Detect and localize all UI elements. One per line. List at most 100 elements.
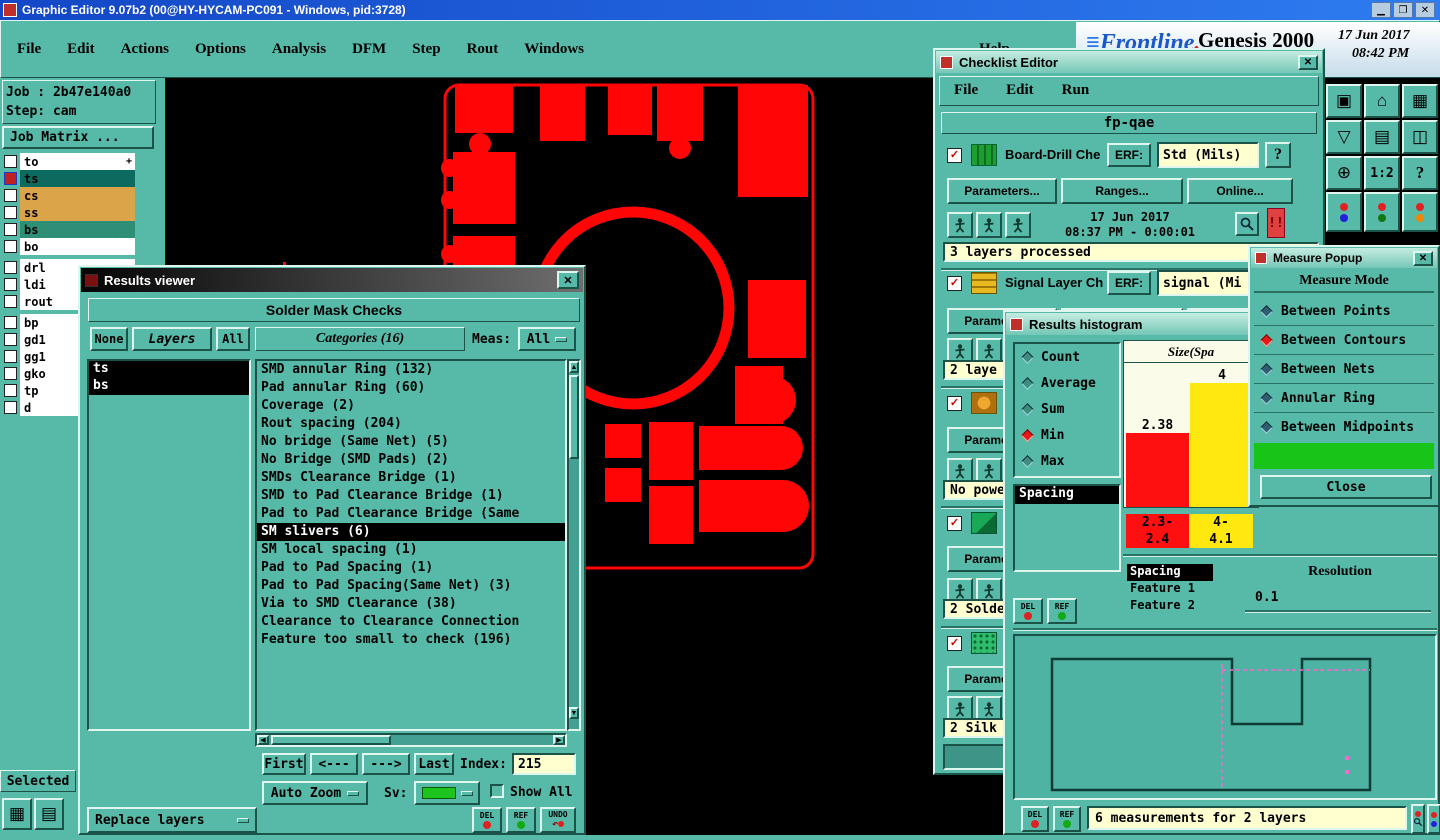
stat-option[interactable]: Max	[1015, 448, 1119, 474]
index-field[interactable]: 215	[512, 753, 576, 775]
menu-edit[interactable]: Edit	[67, 41, 95, 58]
category-item[interactable]: Pad to Pad Clearance Bridge (Same	[257, 505, 565, 523]
help-button[interactable]: ?	[1402, 156, 1438, 190]
os-titlebar[interactable]: Graphic Editor 9.07b2 (00@HY-HYCAM-PC091…	[0, 0, 1440, 20]
stat-option-selected[interactable]: Min	[1015, 422, 1119, 448]
layer-name[interactable]: ss	[20, 204, 135, 221]
menu-step[interactable]: Step	[412, 41, 440, 58]
minimize-button[interactable]: ▁	[1371, 2, 1391, 18]
layer-name[interactable]: ts	[20, 170, 135, 187]
layer-row[interactable]: ss	[4, 204, 135, 221]
category-item[interactable]: Pad to Pad Spacing (1)	[257, 559, 565, 577]
menu-rout[interactable]: Rout	[467, 41, 499, 58]
erf-button[interactable]: ERF:	[1107, 271, 1151, 295]
category-item[interactable]: No Bridge (SMD Pads) (2)	[257, 451, 565, 469]
restore-button[interactable]: ❐	[1393, 2, 1413, 18]
category-item[interactable]: Rout spacing (204)	[257, 415, 565, 433]
affect-sel-button[interactable]	[1402, 192, 1438, 232]
compare-layers-button[interactable]	[1326, 192, 1362, 232]
measure-popup-close-button[interactable]: ✕	[1413, 250, 1433, 266]
report-button[interactable]: ▤	[1364, 120, 1400, 154]
scroll-up-arrow[interactable]: ▲	[569, 361, 579, 373]
layer-checkbox[interactable]	[4, 401, 17, 414]
erf-value-field[interactable]: Std (Mils)	[1157, 142, 1259, 168]
meas-dropdown[interactable]: All	[518, 327, 576, 351]
categories-vscrollbar[interactable]: ▲ ▼	[567, 359, 581, 731]
detail-row[interactable]: Feature 1	[1127, 581, 1213, 598]
category-item[interactable]: Via to SMD Clearance (38)	[257, 595, 565, 613]
category-item[interactable]: Pad to Pad Spacing(Same Net) (3)	[257, 577, 565, 595]
list-item[interactable]: bs	[89, 378, 249, 395]
show-all-checkbox[interactable]	[490, 784, 504, 798]
menu-file[interactable]: File	[17, 41, 41, 58]
scale-button[interactable]: 1:2	[1364, 156, 1400, 190]
close-button[interactable]: ✕	[1415, 2, 1435, 18]
measure-option[interactable]: Between Nets	[1254, 355, 1434, 384]
reference-sel-button[interactable]	[1364, 192, 1400, 232]
list-item[interactable]: ts	[89, 361, 249, 378]
layer-checkbox[interactable]	[4, 223, 17, 236]
scroll-left-arrow[interactable]: ◀	[257, 735, 269, 745]
zoom-button[interactable]: ⊕	[1326, 156, 1362, 190]
stat-option[interactable]: Count	[1015, 344, 1119, 370]
measure-option[interactable]: Between Points	[1254, 297, 1434, 326]
results-viewer-titlebar[interactable]: Results viewer ✕	[81, 268, 583, 292]
swap-views-button[interactable]: ◫	[1402, 120, 1438, 154]
layer-checkbox[interactable]	[4, 316, 17, 329]
category-item[interactable]: SMD annular Ring (132)	[257, 361, 565, 379]
measure-option[interactable]: Annular Ring	[1254, 384, 1434, 413]
layer-checkbox[interactable]	[4, 189, 17, 202]
nav-last-button[interactable]: Last	[414, 753, 454, 775]
category-item[interactable]: SMD to Pad Clearance Bridge (1)	[257, 487, 565, 505]
scroll-right-arrow[interactable]: ▶	[553, 735, 565, 745]
zoom-measure-button[interactable]	[1411, 804, 1425, 834]
erf-help-button[interactable]: ?	[1265, 142, 1291, 168]
run-action-button[interactable]	[1005, 212, 1031, 238]
layer-checkbox[interactable]	[4, 278, 17, 291]
layer-checkbox[interactable]	[4, 155, 17, 168]
checklist-titlebar[interactable]: Checklist Editor ✕	[936, 51, 1322, 73]
layer-checkbox[interactable]	[4, 350, 17, 363]
checklist-menu-edit[interactable]: Edit	[1006, 82, 1034, 99]
detail-row-selected[interactable]: Spacing	[1127, 564, 1213, 581]
layer-checkbox[interactable]	[4, 384, 17, 397]
category-item[interactable]: Clearance to Clearance Connection	[257, 613, 565, 631]
resolution-value[interactable]: 0.1	[1255, 590, 1278, 605]
target-measure-button[interactable]	[1427, 804, 1440, 834]
check-row-checkbox[interactable]: ✓	[947, 516, 962, 531]
layer-checkbox[interactable]	[4, 295, 17, 308]
online-button[interactable]: Online...	[1187, 178, 1293, 204]
category-item[interactable]: SM local spacing (1)	[257, 541, 565, 559]
scroll-down-arrow[interactable]: ▼	[569, 707, 579, 719]
alert-button[interactable]: !!	[1267, 208, 1285, 238]
layer-name[interactable]: bs	[20, 221, 135, 238]
layer-row[interactable]: bo	[4, 238, 135, 255]
delete-button[interactable]: DEL	[472, 807, 502, 833]
undo-button[interactable]: UNDO ↶	[540, 807, 576, 833]
layer-checkbox[interactable]	[4, 333, 17, 346]
matrix-button[interactable]: ▦	[1402, 84, 1438, 118]
erf-button[interactable]: ERF:	[1107, 143, 1151, 167]
checklist-close-button[interactable]: ✕	[1298, 54, 1318, 70]
measure-popup-close-action[interactable]: Close	[1260, 475, 1432, 499]
measure-preview-canvas[interactable]	[1013, 634, 1437, 800]
menu-options[interactable]: Options	[195, 41, 246, 58]
categories-list[interactable]: SMD annular Ring (132) Pad annular Ring …	[255, 359, 567, 731]
check-row-checkbox[interactable]: ✓	[947, 148, 962, 163]
delete-button[interactable]: DEL	[1021, 806, 1049, 832]
layer-checkbox[interactable]	[4, 367, 17, 380]
delete-button[interactable]: DEL	[1013, 598, 1043, 624]
layer-row[interactable]: ts	[4, 170, 135, 187]
magnifier-button[interactable]	[1235, 212, 1259, 236]
display-button[interactable]: ▣	[1326, 84, 1362, 118]
filter-none-button[interactable]: None	[90, 327, 128, 351]
home-button[interactable]: ⌂	[1364, 84, 1400, 118]
menu-windows[interactable]: Windows	[524, 41, 584, 58]
nav-first-button[interactable]: First	[262, 753, 306, 775]
menu-actions[interactable]: Actions	[121, 41, 169, 58]
job-matrix-button[interactable]: Job Matrix ...	[2, 126, 154, 149]
filter-button[interactable]: ▽	[1326, 120, 1362, 154]
checklist-menu-run[interactable]: Run	[1062, 82, 1090, 99]
measure-option[interactable]: Between Midpoints	[1254, 413, 1434, 442]
auto-zoom-dropdown[interactable]: Auto Zoom	[262, 781, 368, 805]
